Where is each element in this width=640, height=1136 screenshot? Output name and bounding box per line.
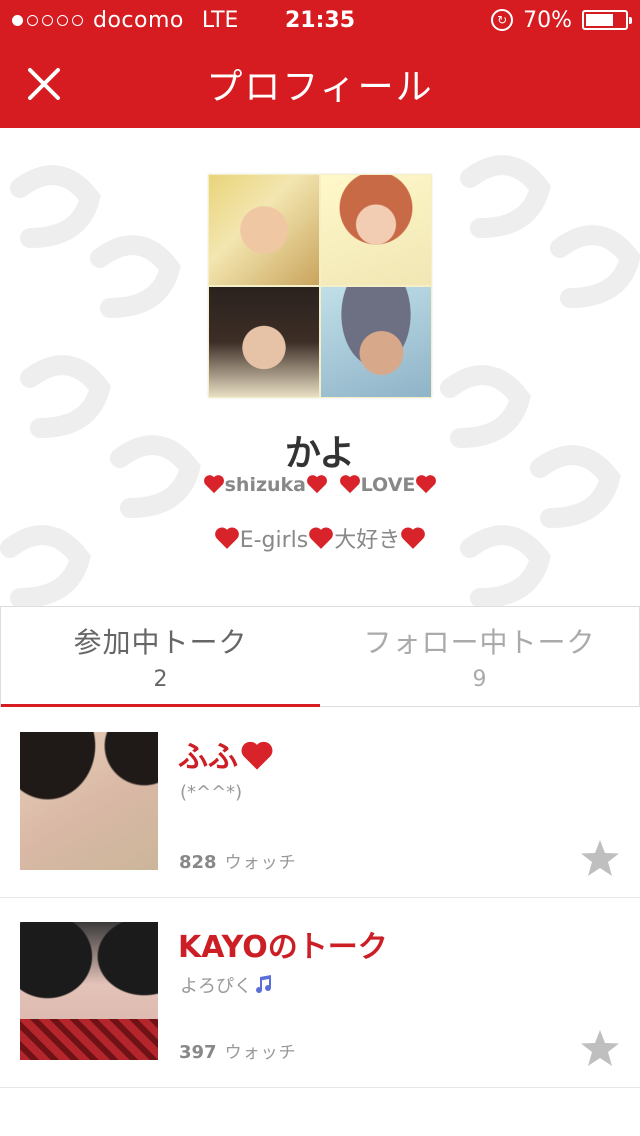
heart-icon xyxy=(241,741,273,770)
heart-icon xyxy=(309,527,334,549)
tab-label: フォロー中トーク xyxy=(363,626,596,659)
watch-count: 828 xyxy=(179,852,217,873)
heart-icon xyxy=(339,475,360,494)
profile-tagline: shizuka LOVE xyxy=(0,474,640,496)
tab-count: 2 xyxy=(153,667,168,692)
watch-info: 397 ウォッチ xyxy=(179,1038,297,1063)
heart-icon xyxy=(203,475,224,494)
talk-thumbnail xyxy=(20,922,158,1060)
avatar-photo xyxy=(321,287,431,397)
close-button[interactable] xyxy=(22,62,66,106)
talk-list: ふふ (*^^*) 828 ウォッチ KAYOのトーク よろぴく 397 ウォッ… xyxy=(0,708,640,1088)
talk-subtitle: (*^^*) xyxy=(180,782,243,803)
page-title: プロフィール xyxy=(206,67,434,108)
tab-label: 参加中トーク xyxy=(73,626,248,659)
signal-strength-icon xyxy=(12,14,83,26)
talk-title: KAYOのトーク xyxy=(178,930,388,965)
list-item[interactable]: KAYOのトーク よろぴく 397 ウォッチ xyxy=(0,898,640,1088)
tab-count: 9 xyxy=(472,667,487,692)
talk-subtitle: よろぴく xyxy=(180,972,274,998)
avatar-photo xyxy=(209,175,319,285)
heart-icon xyxy=(307,475,327,494)
nav-header: プロフィール xyxy=(0,40,640,128)
talk-thumbnail xyxy=(20,732,158,870)
avatar-photo xyxy=(321,175,431,285)
music-note-icon xyxy=(256,975,272,994)
battery-fill xyxy=(586,14,613,26)
list-item[interactable]: ふふ (*^^*) 828 ウォッチ xyxy=(0,708,640,898)
battery-percentage: 70% xyxy=(523,7,572,33)
talk-subtitle-text: よろぴく xyxy=(180,976,252,997)
carrier-name: docomo xyxy=(93,7,184,33)
talk-title-text: ふふ xyxy=(178,740,238,775)
tab-following-talks[interactable]: フォロー中トーク 9 xyxy=(320,607,639,706)
heart-icon xyxy=(416,475,437,494)
watch-label: ウォッチ xyxy=(224,1043,297,1063)
talk-tabs: 参加中トーク 2 フォロー中トーク 9 xyxy=(0,606,640,707)
bio-part: E-girls xyxy=(239,528,309,553)
bio-part: 大好き xyxy=(334,528,401,553)
tagline-part: LOVE xyxy=(360,474,416,496)
star-icon[interactable] xyxy=(580,838,620,878)
avatar-photo xyxy=(209,287,319,397)
rotation-lock-icon: ↻ xyxy=(491,9,514,31)
tagline-part: shizuka xyxy=(224,474,306,496)
network-type: LTE xyxy=(201,7,239,33)
heart-icon xyxy=(214,527,239,549)
heart-icon xyxy=(401,527,426,549)
tab-joined-talks[interactable]: 参加中トーク 2 xyxy=(1,607,320,707)
talk-title: ふふ xyxy=(178,732,274,776)
profile-bio: E-girls 大好き xyxy=(0,522,640,554)
profile-name: かよ xyxy=(284,433,356,474)
battery-icon xyxy=(582,10,632,30)
profile-section: かよ shizuka LOVE E-girls 大好き xyxy=(0,128,640,606)
watch-label: ウォッチ xyxy=(224,853,297,873)
status-bar: docomo LTE 21:35 ↻ 70% xyxy=(0,0,640,40)
close-icon xyxy=(28,68,60,100)
watch-info: 828 ウォッチ xyxy=(179,848,297,873)
profile-avatar xyxy=(208,174,432,398)
star-icon[interactable] xyxy=(580,1028,620,1068)
watch-count: 397 xyxy=(179,1042,217,1063)
